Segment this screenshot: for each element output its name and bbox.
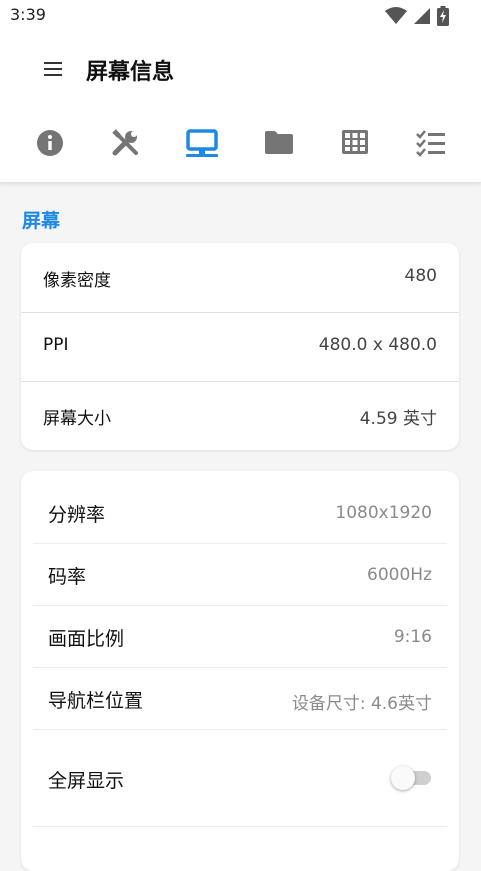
menu-icon (44, 62, 62, 76)
setting-row-resolution[interactable]: 分辨率 1080x1920 (33, 481, 447, 544)
info-label: PPI (43, 335, 69, 355)
tab-files[interactable] (251, 125, 307, 171)
folder-icon (264, 131, 293, 154)
setting-label: 码率 (48, 566, 87, 588)
setting-value: 设备尺寸: 4.6英寸 (291, 694, 432, 714)
tab-screen[interactable] (174, 125, 230, 171)
section-title: 屏幕 (22, 210, 61, 232)
tab-info[interactable] (22, 125, 78, 171)
setting-value: 6000Hz (367, 565, 432, 585)
setting-label: 画面比例 (48, 628, 125, 650)
setting-label: 分辨率 (48, 504, 106, 526)
tab-bar (22, 125, 459, 171)
info-row-density: 像素密度 480 (21, 243, 459, 313)
setting-label: 导航栏位置 (48, 690, 144, 712)
info-value: 480.0 x 480.0 (318, 335, 437, 355)
setting-label: 全屏显示 (48, 770, 125, 792)
info-row-ppi: PPI 480.0 x 480.0 (21, 312, 459, 382)
info-icon (37, 130, 63, 156)
status-icons (385, 6, 449, 30)
tab-tools[interactable] (98, 125, 154, 171)
toggle-thumb (391, 766, 415, 790)
info-label: 像素密度 (43, 271, 111, 291)
info-label: 屏幕大小 (43, 409, 111, 429)
fullscreen-toggle[interactable] (391, 766, 431, 790)
menu-button[interactable] (36, 52, 70, 86)
wifi-icon (385, 7, 407, 29)
setting-row-fullscreen[interactable]: 全屏显示 (33, 729, 447, 827)
setting-value: 9:16 (393, 627, 432, 647)
setting-row-aspect[interactable]: 画面比例 9:16 (33, 605, 447, 668)
signal-icon (413, 7, 431, 29)
monitor-icon (186, 129, 219, 154)
checklist-icon (416, 130, 445, 157)
info-value: 480 (404, 266, 437, 286)
tools-icon (112, 129, 139, 156)
app-header: 屏幕信息 (0, 32, 481, 183)
tab-grid[interactable] (327, 125, 383, 171)
info-row-size: 屏幕大小 4.59 英寸 (21, 381, 459, 450)
setting-row-navbar[interactable]: 导航栏位置 设备尺寸: 4.6英寸 (33, 667, 447, 730)
info-value: 4.59 英寸 (359, 409, 437, 429)
setting-value: 1080x1920 (335, 503, 432, 523)
page-title: 屏幕信息 (86, 60, 175, 85)
battery-charging-icon (437, 6, 449, 30)
grid-icon (341, 130, 368, 154)
screen-info-card: 像素密度 480 PPI 480.0 x 480.0 屏幕大小 4.59 英寸 (21, 243, 459, 450)
tab-checklist[interactable] (403, 125, 459, 171)
setting-row-rate[interactable]: 码率 6000Hz (33, 543, 447, 606)
status-bar: 3:39 (0, 0, 481, 32)
settings-card: 分辨率 1080x1920 码率 6000Hz 画面比例 9:16 导航栏位置 … (21, 471, 459, 871)
status-time: 3:39 (10, 5, 46, 24)
